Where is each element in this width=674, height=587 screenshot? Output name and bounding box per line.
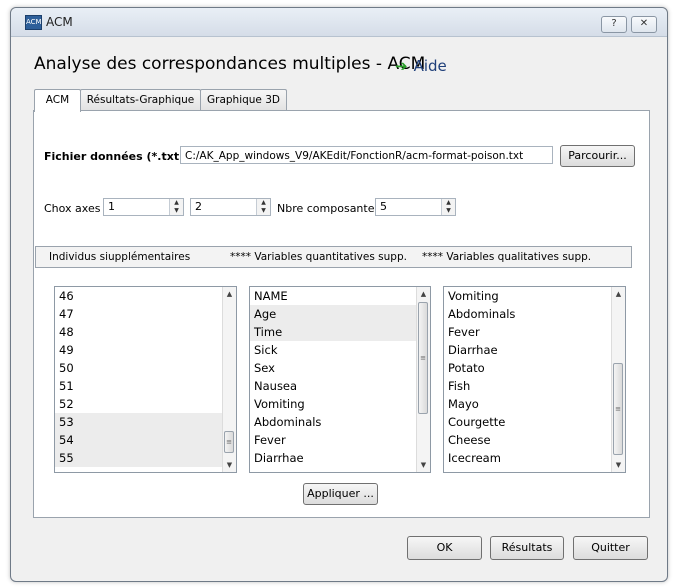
file-label: Fichier données (*.txt ) — [44, 150, 188, 163]
window-title: ACM — [46, 15, 73, 29]
axis1-value: 1 — [108, 200, 115, 213]
list-item[interactable]: Vomiting — [444, 287, 612, 305]
scrollbar[interactable]: ▲ ≡ ▼ — [222, 287, 236, 472]
list-item[interactable]: Diarrhae — [250, 449, 417, 467]
lists-header-strip: Individus siupplémentaires **** Variable… — [35, 246, 632, 268]
page-title: Analyse des correspondances multiples - … — [34, 54, 426, 74]
app-icon: ACM — [25, 15, 42, 30]
list-item[interactable]: Fish — [444, 377, 612, 395]
title-bar: ACM ACM ? ✕ — [11, 8, 667, 37]
scroll-down-icon[interactable]: ▼ — [612, 459, 625, 471]
list-item[interactable]: 49 — [55, 341, 223, 359]
apply-button[interactable]: Appliquer ... — [303, 483, 378, 505]
tab-resultats-graphique[interactable]: Résultats-Graphique — [80, 89, 201, 110]
ok-button[interactable]: OK — [407, 536, 482, 560]
list-item[interactable]: 52 — [55, 395, 223, 413]
list-item[interactable]: Icecream — [444, 449, 612, 467]
spin-arrows-icon[interactable]: ▲ ▼ — [169, 199, 183, 215]
list-item[interactable]: Diarrhae — [444, 341, 612, 359]
qual-variables-list[interactable]: Vomiting Abdominals Fever Diarrhae Potat… — [443, 286, 626, 473]
scrollbar-thumb[interactable]: ≡ — [224, 431, 234, 453]
quant-header: **** Variables quantitatives supp. — [230, 251, 407, 263]
list-item[interactable]: 54 — [55, 431, 223, 449]
list-item[interactable]: Abdominals — [250, 413, 417, 431]
scrollbar-thumb[interactable]: ≡ — [613, 363, 623, 455]
components-value: 5 — [380, 200, 387, 213]
list-item[interactable]: Age — [250, 305, 417, 323]
list-item[interactable]: Fever — [444, 323, 612, 341]
qual-header: **** Variables qualitatives supp. — [422, 251, 592, 263]
scroll-down-icon[interactable]: ▼ — [223, 459, 236, 471]
list-item[interactable]: Sex — [250, 359, 417, 377]
scroll-down-icon[interactable]: ▼ — [417, 459, 430, 471]
list-item[interactable]: Fever — [250, 431, 417, 449]
axes-label: Chox axes — [44, 202, 101, 215]
individus-list[interactable]: 46 47 48 49 50 51 52 53 54 55 ▲ ≡ ▼ — [54, 286, 237, 473]
list-item[interactable]: Potato — [444, 359, 612, 377]
quit-button[interactable]: Quitter — [573, 536, 648, 560]
list-item[interactable]: Abdominals — [444, 305, 612, 323]
list-item[interactable]: Mayo — [444, 395, 612, 413]
individus-header: Individus siupplémentaires — [49, 251, 191, 263]
scrollbar[interactable]: ▲ ≡ ▼ — [611, 287, 625, 472]
axis1-spinbox[interactable]: 1 ▲ ▼ — [103, 198, 184, 216]
help-button[interactable]: ? — [601, 16, 627, 33]
scroll-up-icon[interactable]: ▲ — [612, 288, 625, 300]
spin-arrows-icon[interactable]: ▲ ▼ — [256, 199, 270, 215]
list-item[interactable]: NAME — [250, 287, 417, 305]
browse-button[interactable]: Parcourir... — [560, 145, 635, 167]
list-item[interactable]: 48 — [55, 323, 223, 341]
axis2-spinbox[interactable]: 2 ▲ ▼ — [190, 198, 271, 216]
list-item[interactable]: 53 — [55, 413, 223, 431]
list-item[interactable]: Vomiting — [250, 395, 417, 413]
aide-link[interactable]: ➔ Aide — [395, 57, 447, 75]
list-item[interactable]: 50 — [55, 359, 223, 377]
close-button[interactable]: ✕ — [631, 16, 657, 33]
scroll-up-icon[interactable]: ▲ — [223, 288, 236, 300]
list-item[interactable]: 47 — [55, 305, 223, 323]
scroll-up-icon[interactable]: ▲ — [417, 288, 430, 300]
components-spinbox[interactable]: 5 ▲ ▼ — [375, 198, 456, 216]
scrollbar[interactable]: ▲ ≡ ▼ — [416, 287, 430, 472]
aide-label: Aide — [413, 57, 447, 75]
list-item[interactable]: Nausea — [250, 377, 417, 395]
components-label: Nbre composantes — [277, 202, 381, 215]
list-item[interactable]: 51 — [55, 377, 223, 395]
list-item[interactable]: 55 — [55, 449, 223, 467]
list-item[interactable]: Sick — [250, 341, 417, 359]
list-item[interactable]: Courgette — [444, 413, 612, 431]
list-item[interactable]: Cheese — [444, 431, 612, 449]
tab-graphique-3d[interactable]: Graphique 3D — [200, 89, 287, 110]
scrollbar-thumb[interactable]: ≡ — [418, 302, 428, 414]
list-item[interactable]: 46 — [55, 287, 223, 305]
list-item[interactable]: Time — [250, 323, 417, 341]
file-path-input[interactable]: C:/AK_App_windows_V9/AKEdit/FonctionR/ac… — [180, 146, 553, 164]
results-button[interactable]: Résultats — [490, 536, 564, 560]
quant-variables-list[interactable]: NAME Age Time Sick Sex Nausea Vomiting A… — [249, 286, 431, 473]
spin-arrows-icon[interactable]: ▲ ▼ — [441, 199, 455, 215]
tab-acm[interactable]: ACM — [34, 89, 81, 112]
axis2-value: 2 — [195, 200, 202, 213]
arrow-right-icon: ➔ — [395, 57, 408, 75]
